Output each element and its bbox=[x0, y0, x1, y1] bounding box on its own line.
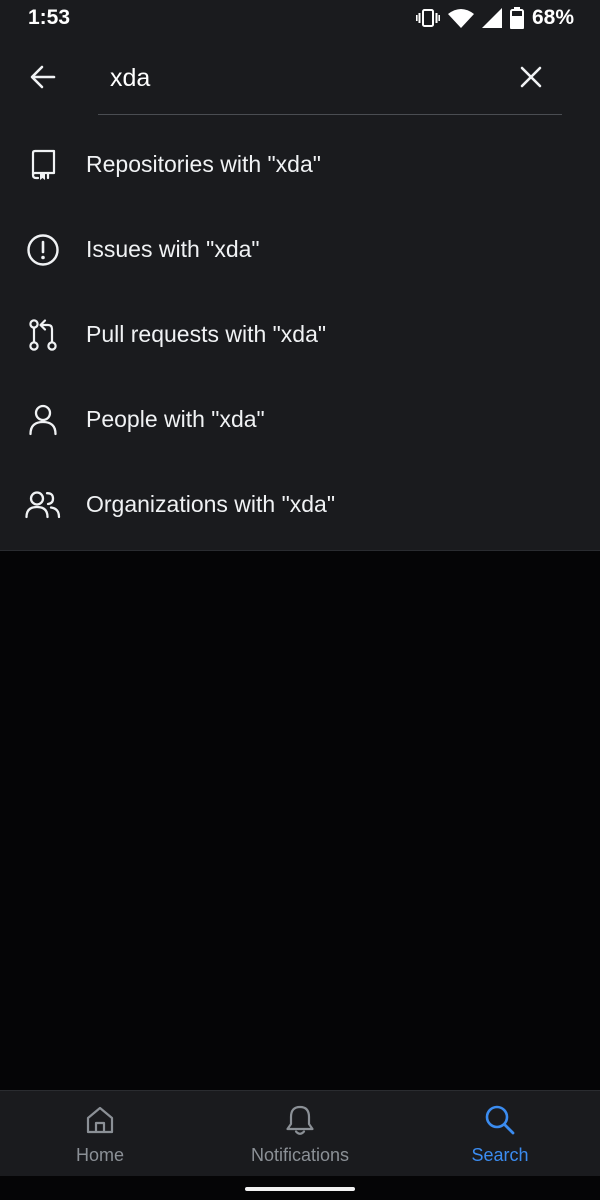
vibrate-icon bbox=[415, 7, 440, 29]
nav-search-label: Search bbox=[471, 1145, 529, 1165]
nav-home-label: Home bbox=[75, 1145, 124, 1165]
nav-search[interactable]: Search bbox=[400, 1091, 600, 1177]
suggestion-label: People with "xda" bbox=[86, 406, 265, 432]
person-icon bbox=[24, 401, 62, 439]
suggestion-organizations[interactable]: Organizations with "xda" bbox=[0, 462, 600, 547]
suggestion-issues[interactable]: Issues with "xda" bbox=[0, 207, 600, 292]
signal-icon bbox=[481, 8, 502, 28]
git-pull-request-icon bbox=[24, 316, 62, 354]
suggestion-repositories[interactable]: Repositories with "xda" bbox=[0, 122, 600, 207]
suggestion-pull-requests[interactable]: Pull requests with "xda" bbox=[0, 292, 600, 377]
search-icon bbox=[484, 1103, 516, 1137]
home-icon bbox=[84, 1103, 116, 1137]
suggestion-label: Pull requests with "xda" bbox=[86, 321, 327, 347]
status-time: 1:53 bbox=[28, 6, 71, 29]
search-suggestions-list: Repositories with "xda" Issues with "xda… bbox=[0, 122, 600, 551]
nav-home[interactable]: Home bbox=[0, 1091, 200, 1177]
bottom-navigation: Home Notifications Search bbox=[0, 1090, 600, 1177]
clear-search-button[interactable] bbox=[510, 58, 552, 100]
suggestion-label: Issues with "xda" bbox=[86, 236, 260, 262]
suggestion-label: Repositories with "xda" bbox=[86, 151, 321, 177]
search-header bbox=[0, 36, 600, 122]
repo-icon bbox=[24, 146, 62, 184]
home-gesture-handle[interactable] bbox=[245, 1187, 355, 1191]
status-bar: 1:53 68% bbox=[0, 0, 600, 36]
system-navigation-bar bbox=[0, 1176, 600, 1200]
search-screen: 1:53 68% xda Repositories with "xda" Iss… bbox=[0, 0, 600, 1200]
status-icons: 68% bbox=[415, 6, 574, 30]
bell-icon bbox=[284, 1103, 316, 1137]
close-icon bbox=[519, 65, 543, 94]
arrow-left-icon bbox=[29, 63, 57, 96]
battery-percent: 68% bbox=[531, 6, 574, 29]
search-input[interactable] bbox=[98, 50, 522, 106]
search-input-underline bbox=[98, 114, 562, 115]
nav-notifications[interactable]: Notifications bbox=[200, 1091, 400, 1177]
suggestion-people[interactable]: People with "xda" bbox=[0, 377, 600, 462]
wifi-icon bbox=[447, 8, 474, 28]
back-button[interactable] bbox=[22, 58, 64, 100]
people-icon bbox=[24, 486, 62, 524]
battery-icon bbox=[509, 7, 524, 29]
suggestion-label: Organizations with "xda" bbox=[86, 491, 336, 517]
issue-opened-icon bbox=[24, 231, 62, 269]
nav-notifications-label: Notifications bbox=[250, 1145, 350, 1165]
